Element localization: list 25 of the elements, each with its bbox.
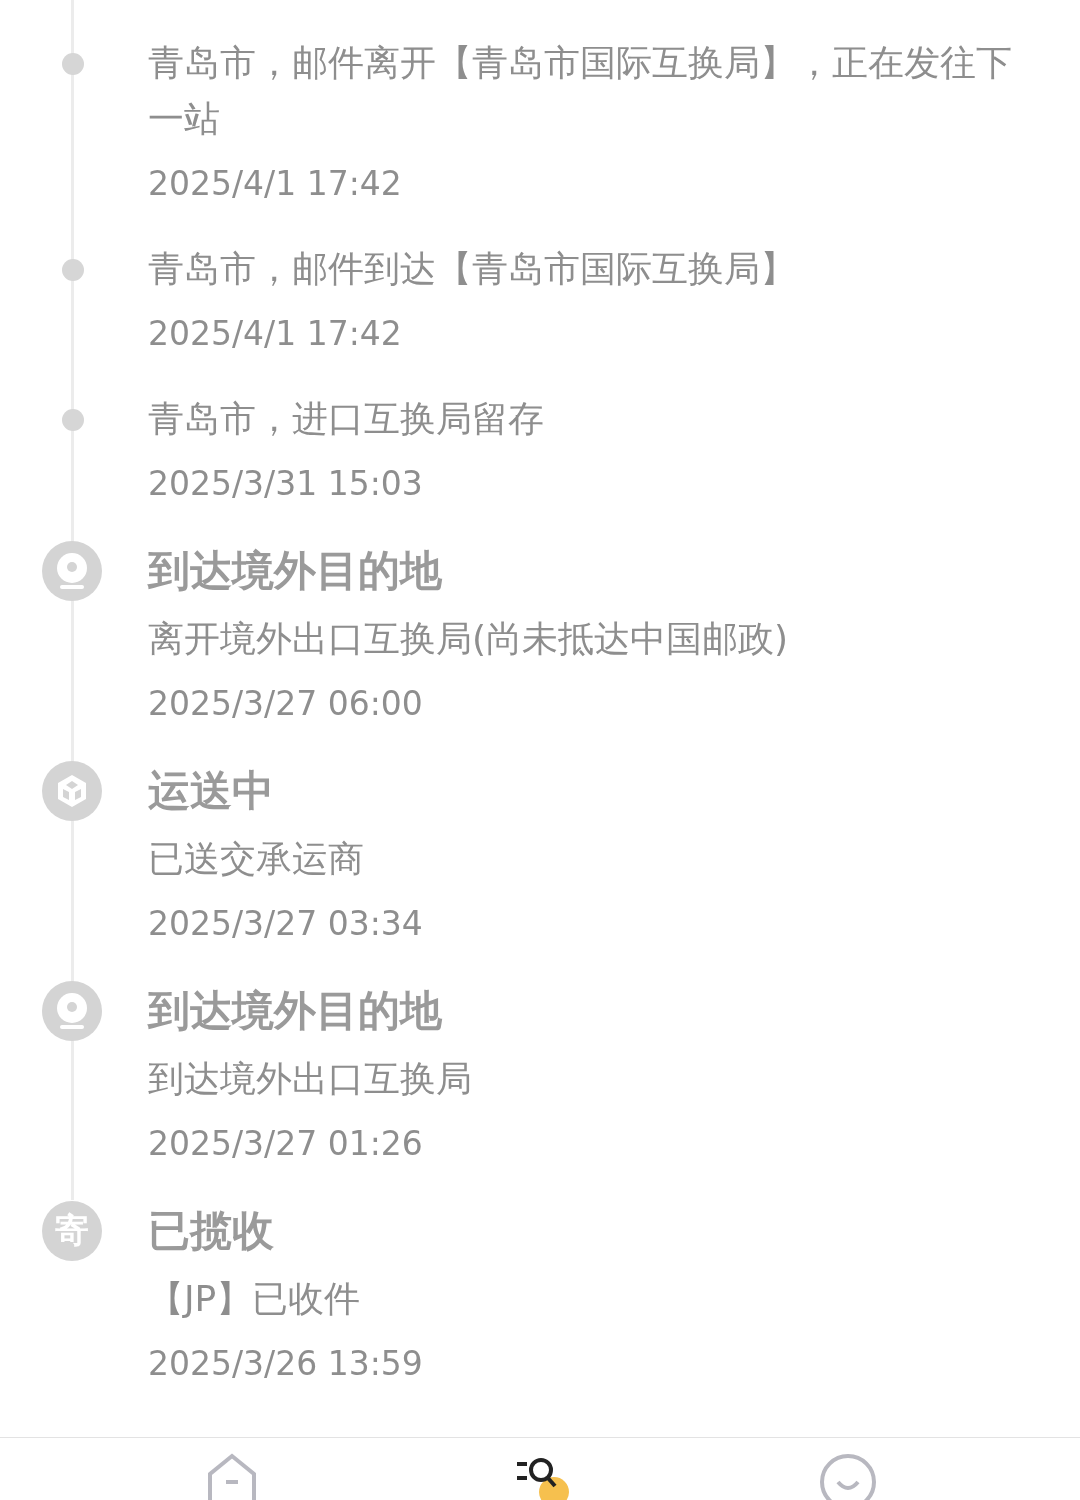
timeline-dot [61,259,84,281]
event-description: 【JP】已收件 [148,1277,362,1321]
timeline-dot [61,409,84,431]
event-time: 2025/4/1 17:42 [148,163,403,205]
timeline-dot [61,53,84,75]
event-description: 已送交承运商 [148,837,365,881]
status-title: 已揽收 [148,1205,275,1257]
location-icon [42,981,102,1041]
event-time: 2025/3/27 03:34 [148,903,424,945]
status-title: 到达境外目的地 [148,545,443,597]
event-time: 2025/3/27 01:26 [148,1123,424,1165]
status-title: 运送中 [148,765,275,817]
event-time: 2025/3/27 06:00 [148,683,424,725]
event-description: 离开境外出口互换局(尚未抵达中国邮政) [148,617,790,661]
event-description: 到达境外出口互换局 [148,1057,473,1101]
event-time: 2025/4/1 17:42 [148,313,403,355]
profile-icon[interactable] [818,1452,879,1500]
event-description: 青岛市，进口互换局留存 [148,397,545,441]
event-description: 青岛市，邮件离开【青岛市国际互换局】，正在发往下一站 [148,41,1013,141]
box-icon [42,761,102,821]
status-title: 到达境外目的地 [148,985,443,1037]
event-time: 2025/3/26 13:59 [148,1343,424,1385]
event-time: 2025/3/31 15:03 [148,463,424,505]
event-description: 青岛市，邮件到达【青岛市国际互换局】 [148,247,797,291]
location-icon [42,541,102,601]
